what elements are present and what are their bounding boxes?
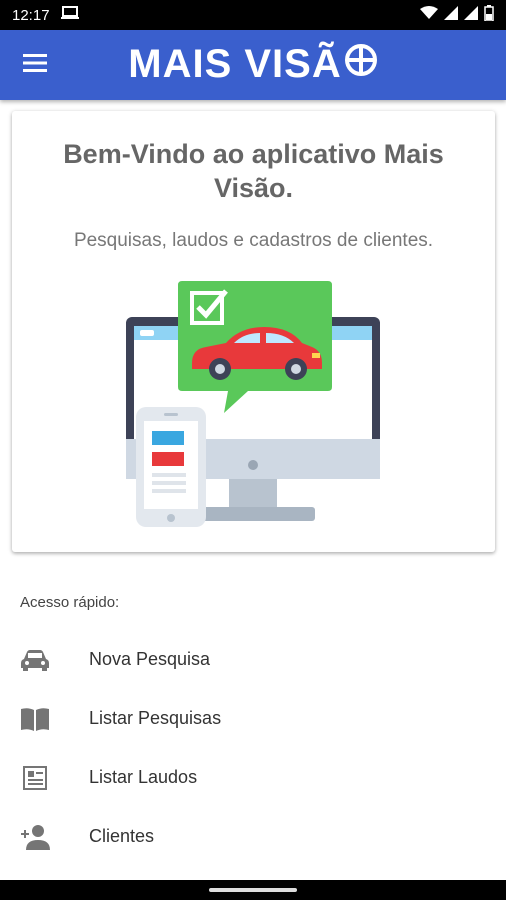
system-nav-bar — [0, 880, 506, 900]
quick-item-nova-pesquisa[interactable]: Nova Pesquisa — [0, 630, 506, 689]
quick-access-label: Acesso rápido: — [20, 594, 120, 611]
crosshair-circle-icon — [344, 42, 378, 87]
monitor-car-check-illustration — [122, 279, 384, 531]
quick-item-label: Nova Pesquisa — [89, 649, 211, 669]
book-icon — [20, 704, 50, 734]
app-bar: MAIS VISÃ — [0, 30, 506, 100]
home-gesture-handle[interactable] — [209, 888, 297, 892]
status-time: 12:17 — [12, 6, 50, 24]
car-icon — [20, 645, 50, 675]
person-add-icon — [20, 822, 50, 852]
brand-text: MAIS VISÃ — [128, 42, 342, 86]
battery-icon — [484, 5, 494, 25]
laptop-icon — [60, 6, 80, 24]
quick-item-label: Listar Laudos — [89, 767, 198, 787]
quick-item-label: Listar Pesquisas — [89, 708, 222, 728]
welcome-subtitle: Pesquisas, laudos e cadastros de cliente… — [73, 230, 434, 251]
signal-icon — [444, 6, 458, 24]
quick-item-label: Clientes — [89, 826, 155, 846]
quick-item-clientes[interactable]: Clientes — [0, 807, 506, 866]
document-list-icon — [20, 763, 50, 793]
quick-item-listar-pesquisas[interactable]: Listar Pesquisas — [0, 689, 506, 748]
welcome-title: Bem-Vindo ao aplicativo Mais Visão. — [63, 139, 444, 203]
status-bar: 12:17 — [0, 0, 506, 30]
signal-icon — [464, 6, 478, 24]
wifi-icon — [420, 6, 438, 24]
quick-item-listar-laudos[interactable]: Listar Laudos — [0, 748, 506, 807]
welcome-card: Bem-Vindo ao aplicativo Mais Visão. Pesq… — [12, 111, 495, 552]
quick-access-list: Nova Pesquisa Listar Pesquisas Listar La… — [0, 630, 506, 866]
brand-logo: MAIS VISÃ — [0, 42, 506, 87]
